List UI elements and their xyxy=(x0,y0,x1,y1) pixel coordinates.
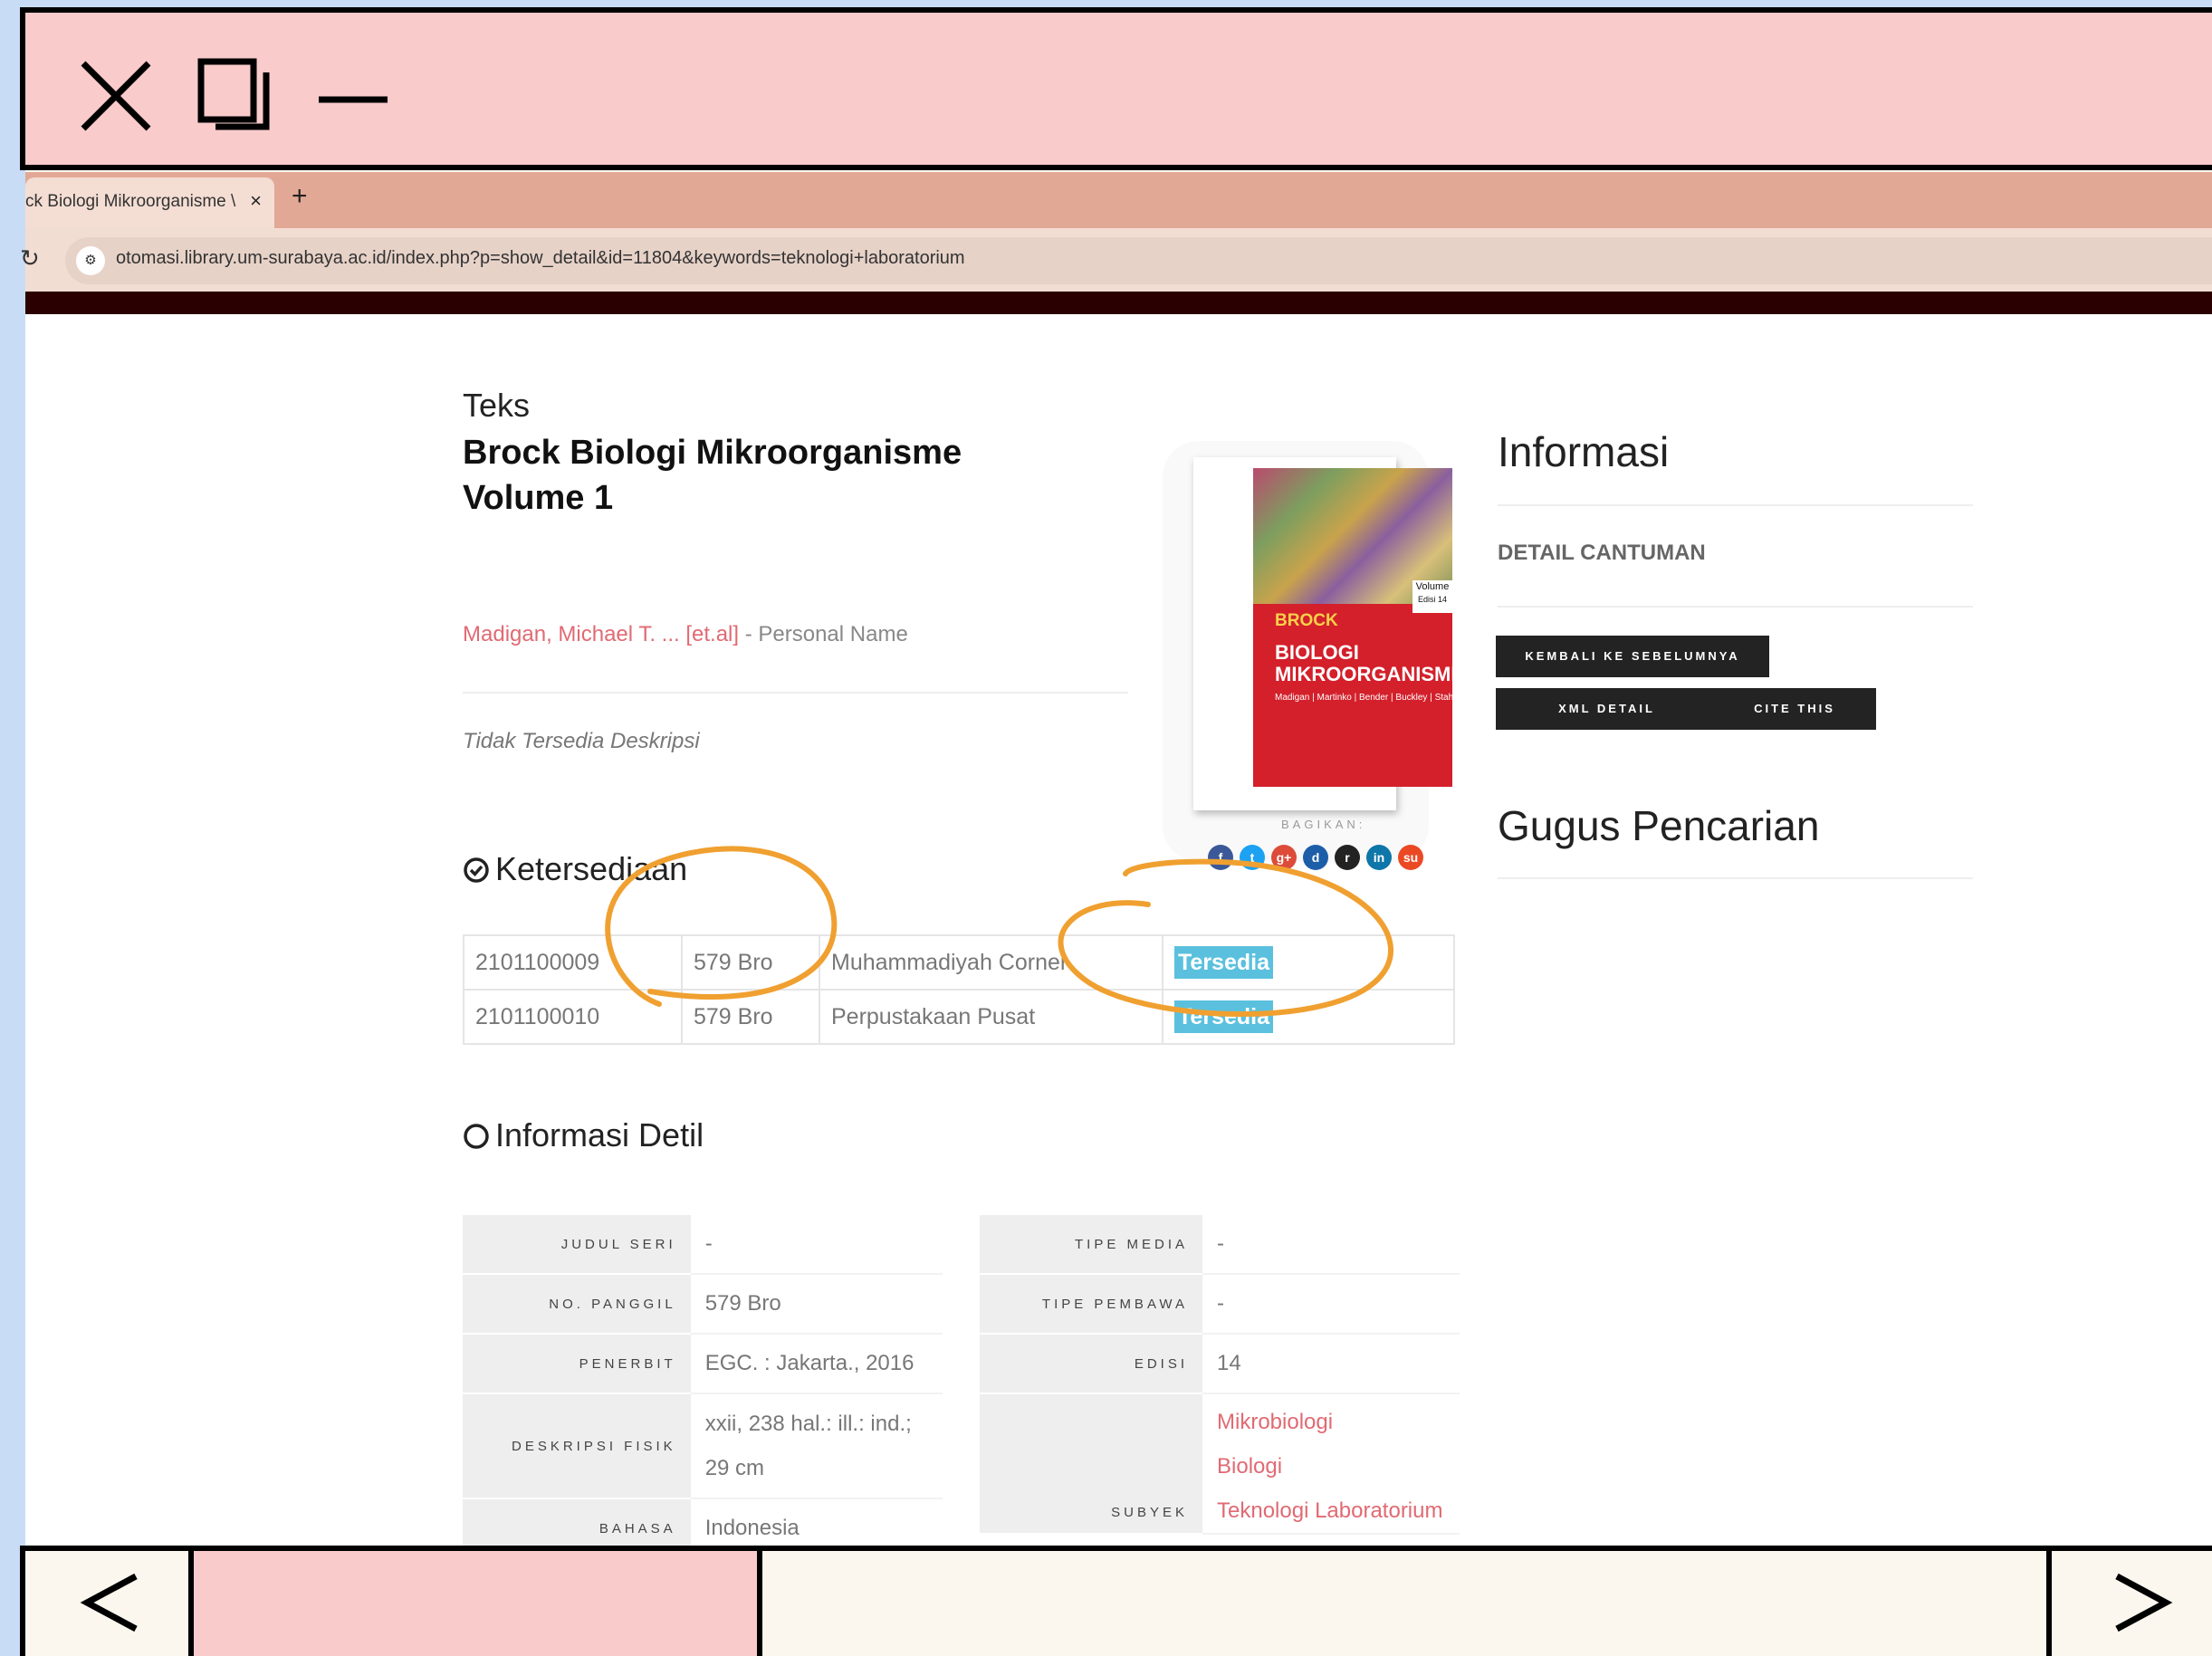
divider xyxy=(1498,877,1973,879)
table-row: PENERBIT EGC. : Jakarta., 2016 xyxy=(463,1334,943,1394)
divider xyxy=(1498,606,1973,608)
author-link[interactable]: Madigan, Michael T. ... [et.al] xyxy=(463,622,739,646)
field-value: - xyxy=(1202,1215,1460,1275)
info-title: Informasi xyxy=(1498,428,1670,475)
chevron-right-icon xyxy=(2115,1573,2173,1632)
call-number: 579 Bro xyxy=(681,989,820,1045)
share-label: BAGIKAN: xyxy=(1281,818,1366,831)
field-value: EGC. : Jakarta., 2016 xyxy=(690,1334,943,1394)
detail-heading: Informasi Detil xyxy=(463,1116,704,1154)
field-value: Indonesia xyxy=(690,1498,943,1546)
location: Perpustakaan Pusat xyxy=(819,989,1163,1045)
back-button[interactable]: KEMBALI KE SEBELUMNYA xyxy=(1496,636,1769,677)
field-label: PENERBIT xyxy=(463,1334,691,1394)
status-badge: Tersedia xyxy=(1174,945,1273,979)
subject-link[interactable]: Mikrobiologi xyxy=(1217,1400,1445,1444)
site-settings-icon[interactable]: ⚙ xyxy=(76,246,105,275)
progress-segment xyxy=(194,1551,762,1656)
new-tab-button[interactable]: + xyxy=(292,181,308,212)
table-row: 2101100009 579 Bro Muhammadiyah Corner T… xyxy=(463,934,1455,991)
cover-authors: Madigan | Martinko | Bender | Buckley | … xyxy=(1275,693,1452,703)
item-code: 2101100009 xyxy=(463,934,683,991)
table-row: BAHASA Indonesia xyxy=(463,1498,943,1546)
status-cell: Tersedia xyxy=(1162,934,1455,991)
author-role: - Personal Name xyxy=(739,622,908,646)
tab-close-icon[interactable]: × xyxy=(250,189,262,213)
reddit-icon[interactable]: r xyxy=(1335,845,1360,870)
field-label: JUDUL SERI xyxy=(463,1215,691,1275)
field-label: TIPE PEMBAWA xyxy=(980,1274,1202,1335)
browser-tab[interactable]: ck Biologi Mikroorganisme \ × xyxy=(25,177,274,228)
tab-strip xyxy=(25,172,2212,228)
cover-brand: BROCK xyxy=(1275,611,1338,630)
field-label: EDISI xyxy=(980,1334,1202,1394)
button-row: XML DETAIL CITE THIS xyxy=(1496,688,1876,730)
item-gmd: Teks xyxy=(463,387,531,424)
share-icons: f t g+ d r in su xyxy=(1208,845,1430,870)
xml-detail-button[interactable]: XML DETAIL xyxy=(1496,688,1718,730)
subject-link[interactable]: Teknologi Laboratorium xyxy=(1217,1488,1445,1533)
linkedin-icon[interactable]: in xyxy=(1366,845,1392,870)
circle-icon xyxy=(464,1124,489,1149)
table-row: JUDUL SERI - xyxy=(463,1215,943,1275)
cover-title: BIOLOGI MIKROORGANISME xyxy=(1275,641,1452,685)
field-label: DESKRIPSI FISIK xyxy=(463,1393,691,1499)
previous-button[interactable] xyxy=(25,1551,194,1656)
table-row: DESKRIPSI FISIK xxii, 238 hal.: ill.: ind… xyxy=(463,1393,943,1499)
url-text[interactable]: otomasi.library.um-surabaya.ac.id/index.… xyxy=(116,248,965,269)
availability-table: 2101100009 579 Bro Muhammadiyah Corner T… xyxy=(463,934,1455,1045)
divider xyxy=(1498,504,1973,506)
call-number: 579 Bro xyxy=(681,934,820,991)
item-notes: Tidak Tersedia Deskripsi xyxy=(463,729,700,753)
cite-this-button[interactable]: CITE THIS xyxy=(1713,688,1876,730)
item-code: 2101100010 xyxy=(463,989,683,1045)
subject-list: Mikrobiologi Biologi Teknologi Laborator… xyxy=(1202,1393,1460,1535)
book-cover-image: Volume Edisi 14 BROCK BIOLOGI MIKROORGANIS… xyxy=(1253,468,1452,787)
page-content: Teks Brock Biologi Mikroorganisme Volume… xyxy=(25,314,2212,1546)
minimize-icon[interactable] xyxy=(315,58,391,134)
field-value: 579 Bro xyxy=(690,1274,943,1335)
table-row: 2101100010 579 Bro Perpustakaan Pusat Te… xyxy=(463,989,1455,1045)
field-label: NO. PANGGIL xyxy=(463,1274,691,1335)
close-icon[interactable] xyxy=(78,58,154,134)
google-plus-icon[interactable]: g+ xyxy=(1271,845,1297,870)
field-value: - xyxy=(1202,1274,1460,1335)
table-row: SUBYEK Mikrobiologi Biologi Teknologi La… xyxy=(980,1393,1460,1535)
tab-title: ck Biologi Mikroorganisme \ xyxy=(25,192,236,211)
item-authors: Madigan, Michael T. ... [et.al] - Person… xyxy=(463,622,908,647)
check-circle-icon xyxy=(464,857,489,883)
item-title: Brock Biologi Mikroorganisme Volume 1 xyxy=(463,434,962,517)
status-badge: Tersedia xyxy=(1174,1000,1273,1033)
chevron-left-icon xyxy=(80,1573,138,1632)
location: Muhammadiyah Corner xyxy=(819,934,1163,991)
maximize-icon[interactable] xyxy=(197,58,273,134)
site-header-band xyxy=(25,292,2212,314)
cover-volume-tag: Volume Edisi 14 xyxy=(1412,580,1452,613)
table-row: EDISI 14 xyxy=(980,1334,1460,1394)
digg-icon[interactable]: d xyxy=(1303,845,1328,870)
stumbleupon-icon[interactable]: su xyxy=(1398,845,1423,870)
next-button[interactable] xyxy=(2046,1551,2212,1656)
table-row: NO. PANGGIL 579 Bro xyxy=(463,1274,943,1335)
field-value: xxii, 238 hal.: ill.: ind.; 29 cm xyxy=(690,1393,943,1499)
status-cell: Tersedia xyxy=(1162,989,1455,1045)
reload-icon[interactable]: ↻ xyxy=(20,244,40,273)
field-label: BAHASA xyxy=(463,1498,691,1546)
table-row: TIPE PEMBAWA - xyxy=(980,1274,1460,1335)
window-titlebar xyxy=(20,7,2212,170)
search-cluster-title: Gugus Pencarian xyxy=(1498,802,1820,849)
detail-table-right: TIPE MEDIA - TIPE PEMBAWA - EDISI 14 SUBYEK… xyxy=(980,1215,1460,1535)
field-label: TIPE MEDIA xyxy=(980,1215,1202,1275)
twitter-icon[interactable]: t xyxy=(1240,845,1265,870)
field-label: SUBYEK xyxy=(980,1393,1202,1535)
detail-cantuman-heading: DETAIL CANTUMAN xyxy=(1498,541,1706,565)
availability-heading: Ketersediaan xyxy=(463,850,687,888)
divider xyxy=(463,692,1128,694)
detail-table-left: JUDUL SERI - NO. PANGGIL 579 Bro PENERBIT E… xyxy=(463,1215,943,1546)
field-value: - xyxy=(690,1215,943,1275)
subject-link[interactable]: Biologi xyxy=(1217,1444,1445,1488)
table-row: TIPE MEDIA - xyxy=(980,1215,1460,1275)
field-value: 14 xyxy=(1202,1334,1460,1394)
facebook-icon[interactable]: f xyxy=(1208,845,1233,870)
